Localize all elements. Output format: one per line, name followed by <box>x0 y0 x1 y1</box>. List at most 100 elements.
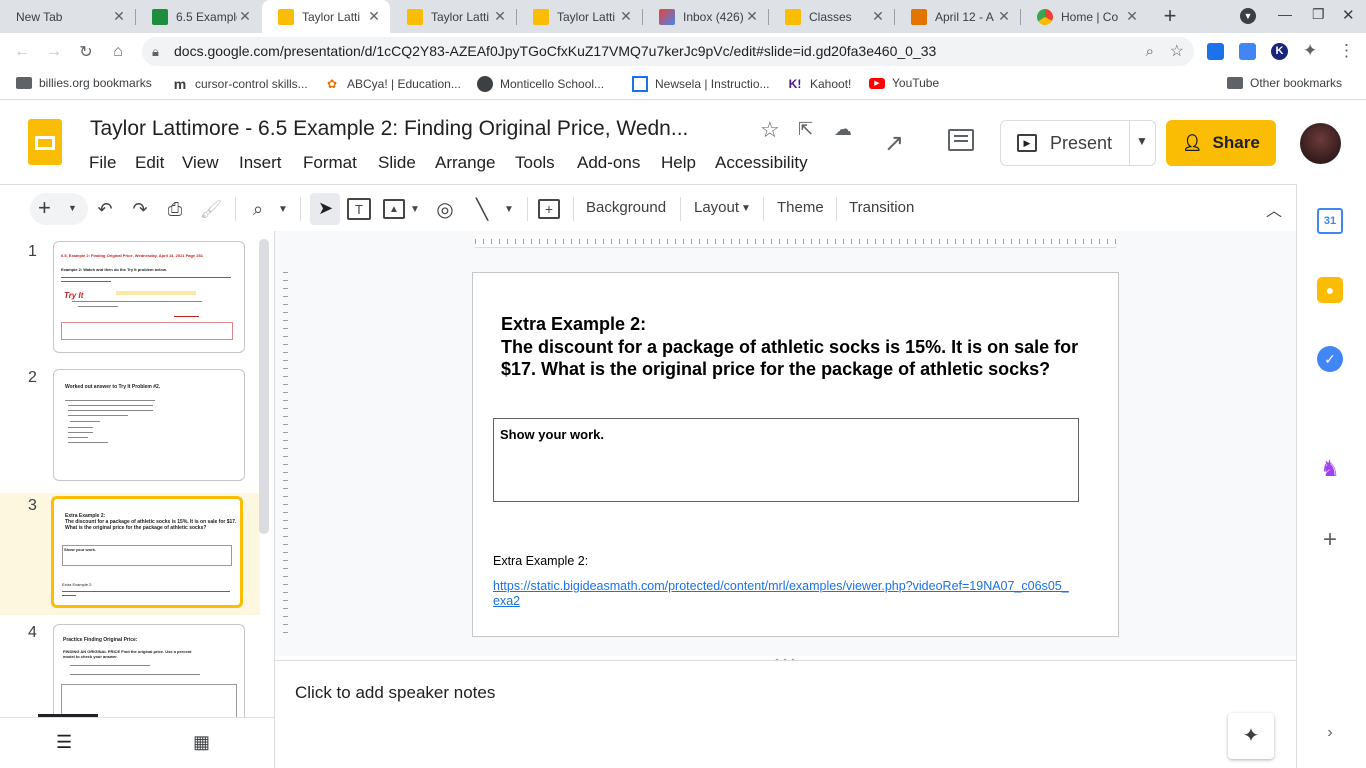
slide-thumbnail-2[interactable]: Worked out answer to Try It Problem #2. <box>53 369 245 481</box>
image-icon[interactable]: ▲ <box>383 199 405 219</box>
grid-view-icon[interactable]: ▦ <box>193 732 210 753</box>
close-icon[interactable]: ✕ <box>237 8 253 25</box>
background-button[interactable]: Background <box>586 199 666 216</box>
restore-icon[interactable]: ❐ <box>1312 6 1325 23</box>
back-arrow-icon[interactable]: ← <box>9 39 35 65</box>
menu-format[interactable]: Format <box>303 153 357 173</box>
layout-button[interactable]: Layout <box>694 199 739 216</box>
slides-logo-icon[interactable] <box>28 119 62 165</box>
tab-example[interactable]: 6.5 Example ✕ <box>136 0 261 33</box>
collapse-toolbar-icon[interactable]: ︿ <box>1262 197 1286 221</box>
reload-icon[interactable]: ↻ <box>73 39 99 65</box>
avatar[interactable] <box>1300 123 1341 164</box>
tab-gmail[interactable]: Inbox (426) ✕ <box>643 0 768 33</box>
tab-active-slides[interactable]: Taylor Latti ✕ <box>262 0 390 33</box>
new-tab-plus-icon[interactable]: + <box>1158 4 1182 28</box>
explore-icon[interactable]: ✦ <box>1228 713 1274 759</box>
close-icon[interactable]: ✕ <box>618 8 634 25</box>
slide-thumbnail-3[interactable]: Extra Example 2: The discount for a pack… <box>51 496 243 608</box>
close-window-icon[interactable]: ✕ <box>1342 6 1355 24</box>
image-dropdown-icon[interactable]: ▼ <box>408 197 422 221</box>
layout-dropdown-icon[interactable]: ▼ <box>741 203 751 214</box>
close-icon[interactable]: ✕ <box>996 8 1012 25</box>
theme-button[interactable]: Theme <box>777 199 824 216</box>
slide-heading[interactable]: Extra Example 2: The discount for a pack… <box>501 313 1101 381</box>
add-comment-icon[interactable]: + <box>538 199 560 219</box>
tab-april[interactable]: April 12 - A ✕ <box>895 0 1020 33</box>
bookmark-kahoot[interactable]: K! Kahoot! <box>787 76 852 92</box>
extension-pen-icon[interactable] <box>1239 43 1256 60</box>
close-icon[interactable]: ✕ <box>870 8 886 25</box>
address-bar[interactable]: 🔒︎ docs.google.com/presentation/d/1cCQ2Y… <box>142 37 1194 66</box>
menu-help[interactable]: Help <box>661 153 696 173</box>
add-addon-plus-icon[interactable]: + <box>1317 526 1343 553</box>
paint-format-icon[interactable]: 🖌︎ <box>199 197 223 221</box>
zoom-dropdown-icon[interactable]: ▼ <box>276 197 290 221</box>
tab-new-tab[interactable]: New Tab ✕ <box>0 0 135 33</box>
keep-icon[interactable]: ● <box>1317 277 1343 303</box>
filmstrip-view-icon[interactable]: ☰ <box>56 732 72 753</box>
browser-menu-icon[interactable]: ⋮ <box>1338 41 1355 61</box>
bookmark-cursor-control[interactable]: m cursor-control skills... <box>172 76 308 92</box>
filmstrip-scrollbar[interactable] <box>259 239 269 534</box>
print-icon[interactable]: ⎙ <box>163 197 187 221</box>
comments-icon[interactable] <box>948 129 974 151</box>
extensions-puzzle-icon[interactable]: ✦ <box>1303 41 1317 61</box>
line-dropdown-icon[interactable]: ▼ <box>502 197 516 221</box>
document-title[interactable]: Taylor Lattimore - 6.5 Example 2: Findin… <box>90 117 730 141</box>
bookmark-monticello[interactable]: Monticello School... <box>477 76 604 92</box>
menu-slide[interactable]: Slide <box>378 153 416 173</box>
current-slide[interactable]: Extra Example 2: The discount for a pack… <box>472 272 1119 637</box>
menu-accessibility[interactable]: Accessibility <box>715 153 808 173</box>
extension-k-icon[interactable]: K <box>1271 43 1288 60</box>
zoom-icon[interactable]: ⌕ <box>246 197 270 221</box>
slide-thumbnail-1[interactable]: 6.5, Example 2: Finding Original Price, … <box>53 241 245 353</box>
menu-edit[interactable]: Edit <box>135 153 164 173</box>
close-icon[interactable]: ✕ <box>744 8 760 25</box>
tab-slides-3[interactable]: Taylor Latti ✕ <box>517 0 642 33</box>
tab-classes[interactable]: Classes ✕ <box>769 0 894 33</box>
menu-addons[interactable]: Add-ons <box>577 153 640 173</box>
menu-arrange[interactable]: Arrange <box>435 153 495 173</box>
text-box-icon[interactable]: T <box>347 198 371 220</box>
work-text-box[interactable]: Show your work. <box>493 418 1079 502</box>
close-icon[interactable]: ✕ <box>111 8 127 25</box>
calendar-icon[interactable]: 31 <box>1317 208 1343 234</box>
tab-home[interactable]: Home | Co ✕ <box>1021 0 1148 33</box>
bookmark-newsela[interactable]: Newsela | Instructio... <box>632 76 770 92</box>
horizontal-ruler[interactable] <box>475 235 1116 248</box>
tab-slides-2[interactable]: Taylor Latti ✕ <box>391 0 516 33</box>
share-button[interactable]: 👤︎ Share <box>1166 120 1276 166</box>
present-dropdown-icon[interactable]: ▼ <box>1136 134 1148 148</box>
zoom-icon[interactable]: ⌕ <box>1146 37 1154 66</box>
bookmark-other[interactable]: Other bookmarks <box>1227 76 1342 90</box>
star-icon[interactable]: ☆ <box>760 117 780 143</box>
bookmark-billies[interactable]: billies.org bookmarks <box>16 76 152 90</box>
select-tool-button[interactable]: ➤ <box>310 193 340 225</box>
menu-file[interactable]: File <box>89 153 116 173</box>
minimize-icon[interactable]: — <box>1278 6 1292 22</box>
close-icon[interactable]: ✕ <box>1124 8 1140 25</box>
expand-panel-chevron-icon[interactable]: › <box>1317 720 1343 746</box>
forward-arrow-icon[interactable]: → <box>41 39 67 65</box>
new-slide-button[interactable]: + ▼ <box>30 193 88 225</box>
home-icon[interactable]: ⌂ <box>105 39 131 65</box>
menu-view[interactable]: View <box>182 153 219 173</box>
transition-button[interactable]: Transition <box>849 199 914 216</box>
bookmark-star-icon[interactable]: ☆ <box>1170 37 1184 66</box>
close-icon[interactable]: ✕ <box>366 8 382 25</box>
activity-trend-icon[interactable]: ↗ <box>884 129 904 158</box>
present-button[interactable]: ▶ Present ▼ <box>1000 120 1156 166</box>
bookmark-abcya[interactable]: ✿ ABCya! | Education... <box>324 76 461 92</box>
close-icon[interactable]: ✕ <box>492 8 508 25</box>
speaker-notes[interactable]: Click to add speaker notes ✦ <box>275 660 1296 768</box>
addon-unicorn-icon[interactable]: ♞ <box>1317 456 1343 482</box>
video-link[interactable]: https://static.bigideasmath.com/protecte… <box>493 579 1075 609</box>
cloud-status-icon[interactable]: ☁ <box>834 119 852 140</box>
move-folder-icon[interactable]: ⇱ <box>798 119 813 140</box>
tab-search-icon[interactable]: ▼ <box>1240 8 1256 24</box>
extension-globe-icon[interactable] <box>1207 43 1224 60</box>
bookmark-youtube[interactable]: ▶ YouTube <box>869 76 939 90</box>
tasks-icon[interactable]: ✓ <box>1317 346 1343 372</box>
vertical-ruler[interactable] <box>279 272 291 637</box>
